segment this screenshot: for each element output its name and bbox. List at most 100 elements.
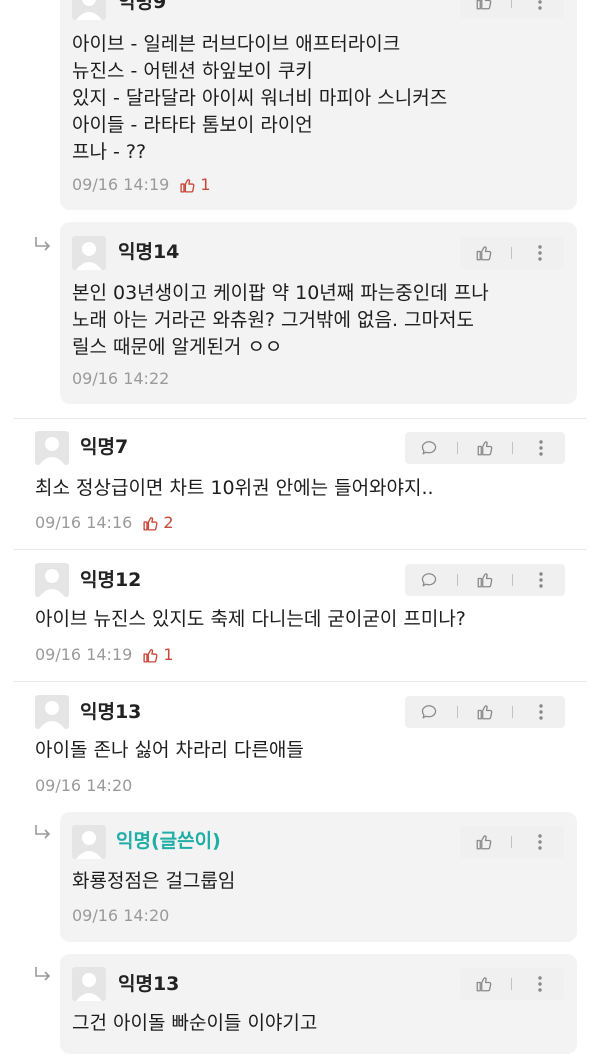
like-count-value: 2 [163,513,174,532]
more-button[interactable] [527,829,553,855]
separator [512,706,514,718]
thumbs-up-icon [477,705,493,720]
comment-author[interactable]: 익명14 [118,240,179,264]
more-vertical-icon [538,245,542,261]
more-button[interactable] [527,0,553,15]
more-vertical-icon [539,572,543,588]
comment-time: 09/16 14:20 [35,776,133,795]
separator [512,442,514,454]
thumbs-up-icon [477,441,493,456]
more-vertical-icon [538,976,542,992]
like-count: 1 [179,175,211,195]
comment-actions [460,0,564,18]
comment-author[interactable]: 익명13 [80,700,141,724]
more-vertical-icon [539,440,543,456]
comment-time: 09/16 14:22 [72,369,170,388]
more-vertical-icon [539,704,543,720]
comment-time: 09/16 14:19 [35,645,133,664]
comment-actions [405,432,565,464]
separator [456,442,458,454]
more-button[interactable] [527,240,553,266]
like-button[interactable] [472,567,498,593]
thumbs-up-icon [476,977,492,992]
divider [14,418,586,419]
comment-body: 아이브 - 일레븐 러브다이브 애프터라이크 뉴진스 - 어텐션 하잎보이 쿠키… [72,33,448,163]
speech-bubble-icon [422,705,437,719]
avatar [35,695,69,729]
thumbs-up-icon [143,648,158,663]
comment-author[interactable]: 익명12 [80,568,141,592]
separator [511,836,513,848]
person-avatar-icon [76,0,102,20]
like-button[interactable] [471,0,497,15]
comment-body: 본인 03년생이고 케이팝 약 10년째 파는중인데 프나 노래 아는 거라곤 … [72,282,489,358]
more-button[interactable] [528,699,554,725]
avatar [72,967,106,1001]
comment-meta: 09/16 14:20 [72,906,169,926]
thumbs-up-icon [180,178,195,193]
comment-author[interactable]: 익명9 [118,0,166,14]
speech-bubble-icon [422,573,437,587]
avatar [72,236,106,270]
like-button[interactable] [472,435,498,461]
reply-button[interactable] [416,567,442,593]
like-button[interactable] [472,699,498,725]
person-avatar-icon [39,701,65,729]
more-button[interactable] [528,567,554,593]
thumbs-up-icon [476,835,492,850]
like-count: 1 [142,645,174,665]
comment-meta: 09/16 14:16 2 [35,513,174,533]
divider [14,549,586,550]
comment-actions [460,237,564,269]
person-avatar-icon [39,569,65,597]
comment-meta: 09/16 14:19 1 [35,645,174,665]
thumbs-up-icon [143,516,158,531]
separator [511,247,513,259]
reply-button[interactable] [416,435,442,461]
divider [14,681,586,682]
comment-body: 아이돌 존나 싫어 차라리 다른애들 [35,739,304,761]
avatar [35,563,69,597]
like-count-value: 1 [200,175,211,194]
person-avatar-icon [39,437,65,465]
comment-actions [405,696,565,728]
reply-arrow-icon [35,237,51,251]
comment-meta: 09/16 14:19 1 [72,175,211,195]
separator [512,574,514,586]
reply-arrow-icon [35,825,51,839]
comment-body: 그건 아이돌 빠순이들 이야기고 [72,1012,318,1034]
separator [511,0,513,8]
comment-author-op[interactable]: 익명(글쓴이) [116,829,221,853]
more-button[interactable] [527,971,553,997]
avatar [35,431,69,465]
more-vertical-icon [538,0,542,10]
like-button[interactable] [471,971,497,997]
more-button[interactable] [528,435,554,461]
comment-body: 아이브 뉴진스 있지도 축제 다니는데 굳이굳이 프미나? [35,608,466,630]
person-avatar-icon [76,973,102,1001]
comment-body: 최소 정상급이면 차트 10위권 안에는 들어와야지.. [35,477,434,499]
person-avatar-icon [76,831,102,859]
like-button[interactable] [471,240,497,266]
avatar [72,825,106,859]
comment-meta: 09/16 14:22 [72,369,169,389]
person-avatar-icon [76,242,102,270]
comment-author[interactable]: 익명13 [118,972,179,996]
speech-bubble-icon [422,441,437,455]
more-vertical-icon [538,834,542,850]
avatar [72,0,106,20]
like-count-value: 1 [163,645,174,664]
comment-actions [460,826,564,858]
like-button[interactable] [471,829,497,855]
reply-button[interactable] [416,699,442,725]
comment-author[interactable]: 익명7 [80,435,128,459]
separator [456,706,458,718]
comment-time: 09/16 14:16 [35,513,133,532]
separator [456,574,458,586]
thumbs-up-icon [476,0,492,10]
comment-meta: 09/16 14:20 [35,776,132,796]
thumbs-up-icon [477,573,493,588]
thumbs-up-icon [476,246,492,261]
comment-time: 09/16 14:20 [72,906,170,925]
separator [511,978,513,990]
